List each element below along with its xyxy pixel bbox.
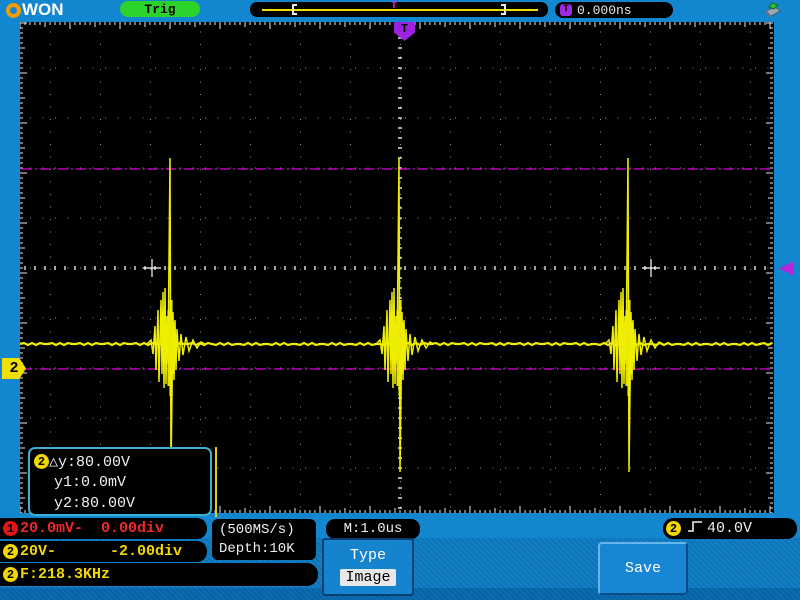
cursor-y2-value: y2:80.00V bbox=[54, 495, 136, 512]
memory-position-bar: T bbox=[250, 1, 548, 17]
timebase-value: M:1.0us bbox=[343, 521, 403, 537]
frequency-counter: 2 F:218.3KHz bbox=[0, 563, 318, 586]
memory-depth: Depth:10K bbox=[219, 540, 295, 557]
trigger-t-icon: T bbox=[560, 4, 572, 16]
owon-logo-text: WON bbox=[22, 0, 64, 19]
channel1-status[interactable]: 1 20.0mV- 0.00div bbox=[0, 518, 207, 539]
type-menu-button[interactable]: Type Image bbox=[322, 538, 414, 596]
waveform-display: T bbox=[20, 22, 774, 513]
trigger-status-badge: Trig bbox=[120, 1, 200, 17]
rising-edge-icon bbox=[687, 519, 703, 539]
channel1-badge: 1 bbox=[3, 521, 18, 536]
channel2-badge: 2 bbox=[34, 454, 49, 469]
owon-logo: WON bbox=[6, 0, 64, 20]
timebase-readout: M:1.0us bbox=[326, 519, 420, 539]
channel2-status[interactable]: 2 20V- -2.00div bbox=[0, 541, 207, 562]
channel2-scale-offset: 20V- -2.00div bbox=[20, 543, 183, 560]
memory-window-left-bracket bbox=[292, 4, 297, 15]
sample-rate: (500MS/s) bbox=[219, 521, 295, 538]
trigger-source-badge: 2 bbox=[666, 521, 681, 536]
cursor-y1-value: y1:0.0mV bbox=[54, 474, 127, 491]
frequency-value: F:218.3KHz bbox=[20, 566, 111, 583]
type-menu-label: Type bbox=[349, 547, 386, 564]
trigger-time-readout: T 0.000ns bbox=[555, 2, 673, 18]
channel2-badge: 2 bbox=[3, 544, 18, 559]
memory-bar-line bbox=[262, 9, 538, 11]
trigger-status-label: Trig bbox=[144, 1, 176, 17]
trigger-level-value: 40.0V bbox=[707, 520, 753, 537]
owon-logo-ring-icon bbox=[6, 2, 21, 18]
memory-window-right-bracket bbox=[501, 4, 506, 15]
vertical-separator-line bbox=[215, 447, 217, 517]
trigger-level-arrow-icon[interactable] bbox=[779, 261, 794, 276]
frequency-channel-badge: 2 bbox=[3, 567, 18, 582]
usb-storage-icon bbox=[763, 2, 783, 24]
channel1-scale-offset: 20.0mV- 0.00div bbox=[20, 520, 165, 537]
cursor-delta-y: △y:80.00V bbox=[49, 454, 131, 471]
type-menu-value: Image bbox=[340, 569, 396, 586]
trigger-time-value: 0.000ns bbox=[577, 2, 632, 18]
acquisition-info: (500MS/s) Depth:10K bbox=[212, 519, 316, 560]
trigger-level-readout: 2 40.0V bbox=[663, 518, 797, 539]
cursor-measure-panel: 2 △y:80.00V y1:0.0mV y2:80.00V bbox=[28, 447, 212, 516]
save-button[interactable]: Save bbox=[598, 542, 688, 595]
save-button-label: Save bbox=[624, 560, 661, 577]
memory-trigger-marker: T bbox=[391, 1, 398, 12]
